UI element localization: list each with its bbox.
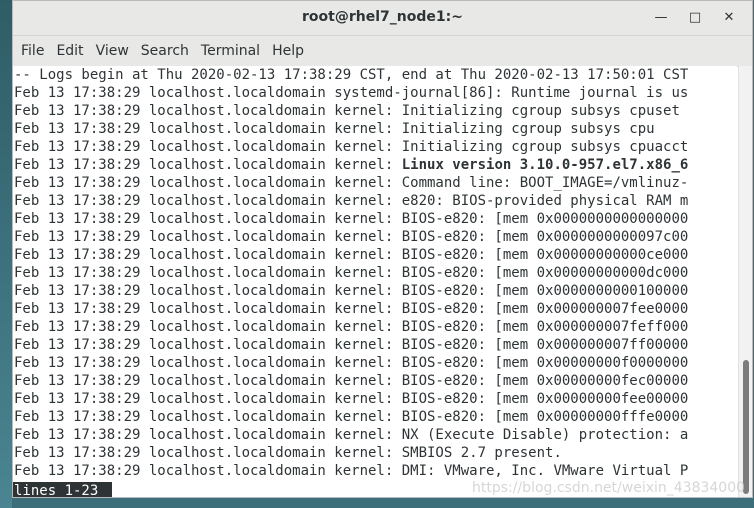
terminal-line-text: Feb 13 17:38:29 localhost.localdomain ke… xyxy=(14,121,655,137)
terminal-line: Feb 13 17:38:29 localhost.localdomain ke… xyxy=(13,102,737,120)
terminal-line-text: Feb 13 17:38:29 localhost.localdomain ke… xyxy=(14,445,562,461)
terminal-line: Feb 13 17:38:29 localhost.localdomain ke… xyxy=(13,336,737,354)
terminal-line: Feb 13 17:38:29 localhost.localdomain ke… xyxy=(13,210,737,228)
terminal-line-text: Feb 13 17:38:29 localhost.localdomain ke… xyxy=(14,229,689,245)
terminal-line: Feb 13 17:38:29 localhost.localdomain ke… xyxy=(13,426,737,444)
terminal-line-text: Feb 13 17:38:29 localhost.localdomain ke… xyxy=(14,463,689,479)
terminal-window: root@rhel7_node1:~ — □ ✕ File Edit View … xyxy=(12,0,753,498)
pager-status: lines 1-23 xyxy=(13,482,113,497)
minimize-button[interactable]: — xyxy=(653,10,669,26)
menu-search[interactable]: Search xyxy=(135,36,195,66)
terminal-line-text: Feb 13 17:38:29 localhost.localdomain ke… xyxy=(14,301,689,317)
title-bar[interactable]: root@rhel7_node1:~ — □ ✕ xyxy=(13,1,752,36)
terminal-line: Feb 13 17:38:29 localhost.localdomain ke… xyxy=(13,282,737,300)
terminal-line: Feb 13 17:38:29 localhost.localdomain ke… xyxy=(13,246,737,264)
terminal-line-text: Feb 13 17:38:29 localhost.localdomain ke… xyxy=(14,427,689,443)
terminal-line-text: Feb 13 17:38:29 localhost.localdomain ke… xyxy=(14,139,689,155)
menu-bar: File Edit View Search Terminal Help xyxy=(13,36,752,67)
menu-file[interactable]: File xyxy=(15,36,50,66)
menu-edit[interactable]: Edit xyxy=(50,36,89,66)
watermark-text: https://blog.csdn.net/weixin_43834000 xyxy=(472,480,746,496)
close-button[interactable]: ✕ xyxy=(721,10,737,26)
terminal-line-text: Feb 13 17:38:29 localhost.localdomain ke… xyxy=(14,409,689,425)
terminal-line-text: Feb 13 17:38:29 localhost.localdomain ke… xyxy=(14,355,689,371)
terminal-line: Feb 13 17:38:29 localhost.localdomain ke… xyxy=(13,300,737,318)
vertical-scrollbar[interactable] xyxy=(738,66,752,497)
terminal-line-text: Feb 13 17:38:29 localhost.localdomain ke… xyxy=(14,247,689,263)
terminal-line: Feb 13 17:38:29 localhost.localdomain ke… xyxy=(13,174,737,192)
terminal-line: Feb 13 17:38:29 localhost.localdomain ke… xyxy=(13,444,737,462)
terminal-line: Feb 13 17:38:29 localhost.localdomain ke… xyxy=(13,156,737,174)
terminal-line-text: Feb 13 17:38:29 localhost.localdomain ke… xyxy=(14,265,689,281)
terminal-line: Feb 13 17:38:29 localhost.localdomain ke… xyxy=(13,192,737,210)
terminal-line: Feb 13 17:38:29 localhost.localdomain ke… xyxy=(13,138,737,156)
terminal-line-text: Feb 13 17:38:29 localhost.localdomain ke… xyxy=(14,337,689,353)
terminal-line: Feb 13 17:38:29 localhost.localdomain ke… xyxy=(13,462,737,480)
terminal-lines: -- Logs begin at Thu 2020-02-13 17:38:29… xyxy=(13,66,737,480)
terminal-line: Feb 13 17:38:29 localhost.localdomain ke… xyxy=(13,120,737,138)
terminal-line: Feb 13 17:38:29 localhost.localdomain sy… xyxy=(13,84,737,102)
terminal-line: Feb 13 17:38:29 localhost.localdomain ke… xyxy=(13,390,737,408)
window-title: root@rhel7_node1:~ xyxy=(302,9,463,25)
terminal-line: Feb 13 17:38:29 localhost.localdomain ke… xyxy=(13,318,737,336)
menu-help[interactable]: Help xyxy=(266,36,310,66)
terminal-line: Feb 13 17:38:29 localhost.localdomain ke… xyxy=(13,354,737,372)
menu-terminal[interactable]: Terminal xyxy=(195,36,266,66)
terminal-line-text: Feb 13 17:38:29 localhost.localdomain ke… xyxy=(14,283,689,299)
terminal-line-text: -- Logs begin at Thu 2020-02-13 17:38:29… xyxy=(14,67,689,83)
desktop-background xyxy=(0,0,12,508)
terminal-line-text: Feb 13 17:38:29 localhost.localdomain ke… xyxy=(14,193,689,209)
terminal-line-text: Feb 13 17:38:29 localhost.localdomain ke… xyxy=(14,373,689,389)
scrollbar-thumb[interactable] xyxy=(743,360,749,494)
terminal-line: Feb 13 17:38:29 localhost.localdomain ke… xyxy=(13,228,737,246)
terminal-line: Feb 13 17:38:29 localhost.localdomain ke… xyxy=(13,408,737,426)
terminal-line-text: Feb 13 17:38:29 localhost.localdomain ke… xyxy=(14,211,689,227)
menu-view[interactable]: View xyxy=(90,36,135,66)
terminal-line: -- Logs begin at Thu 2020-02-13 17:38:29… xyxy=(13,66,737,84)
terminal-line-bold-text: Linux version 3.10.0-957.el7.x86_6 xyxy=(401,157,689,173)
terminal-line: Feb 13 17:38:29 localhost.localdomain ke… xyxy=(13,264,737,282)
terminal-line-text: Feb 13 17:38:29 localhost.localdomain ke… xyxy=(14,175,689,191)
terminal-line-text: Feb 13 17:38:29 localhost.localdomain sy… xyxy=(14,85,689,101)
terminal-line-text: Feb 13 17:38:29 localhost.localdomain ke… xyxy=(14,103,680,119)
terminal-line-text: Feb 13 17:38:29 localhost.localdomain ke… xyxy=(14,157,402,173)
terminal-line: Feb 13 17:38:29 localhost.localdomain ke… xyxy=(13,372,737,390)
terminal-output[interactable]: -- Logs begin at Thu 2020-02-13 17:38:29… xyxy=(13,66,737,497)
maximize-button[interactable]: □ xyxy=(687,10,703,26)
terminal-line-text: Feb 13 17:38:29 localhost.localdomain ke… xyxy=(14,319,689,335)
terminal-line-text: Feb 13 17:38:29 localhost.localdomain ke… xyxy=(14,391,689,407)
